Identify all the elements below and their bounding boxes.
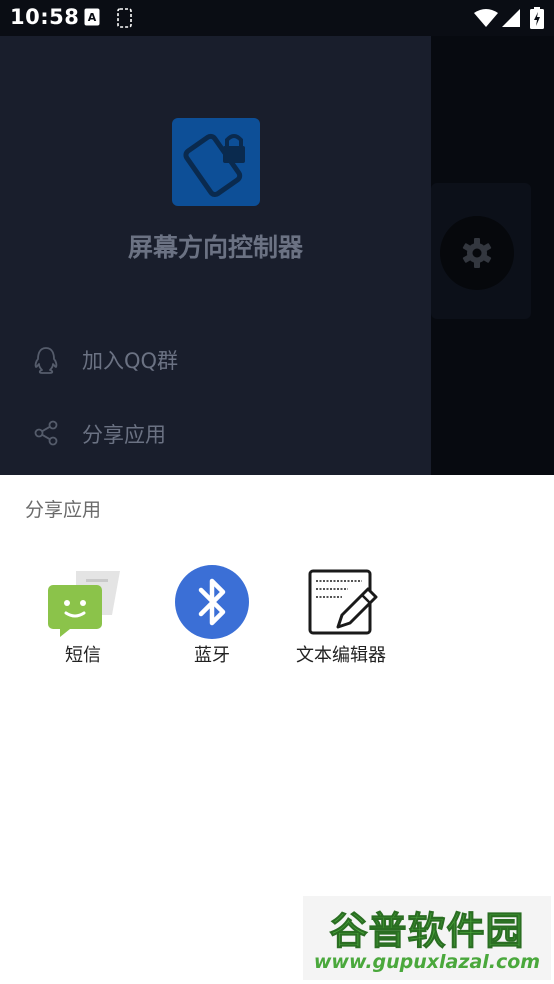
share-target-messages[interactable]: 短信	[14, 565, 144, 685]
share-icon	[33, 420, 59, 450]
navigation-drawer: 屏幕方向控制器 加入QQ群 分享应用	[0, 36, 431, 475]
share-sheet-title: 分享应用	[25, 499, 102, 521]
status-time: 10:58	[10, 5, 80, 29]
share-target-bluetooth[interactable]: 蓝牙	[143, 565, 273, 685]
font-notification-icon: A	[84, 8, 100, 30]
wifi-icon	[474, 9, 498, 31]
share-target-label: 短信	[65, 645, 101, 666]
settings-button[interactable]	[440, 216, 514, 290]
drawer-item-join-qq-group[interactable]: 加入QQ群	[0, 334, 431, 384]
qq-icon	[33, 346, 59, 378]
svg-text:A: A	[88, 11, 97, 24]
text-editor-icon	[304, 565, 378, 639]
signal-icon	[502, 9, 520, 31]
screenshot-notification-icon	[117, 8, 133, 32]
dimmed-app-background[interactable]: 屏幕方向控制器 加入QQ群 分享应用	[0, 36, 554, 475]
share-target-label: 蓝牙	[194, 645, 230, 666]
battery-icon	[530, 7, 544, 33]
drawer-item-share-app[interactable]: 分享应用	[0, 408, 431, 458]
watermark-url: www.gupuxlazal.com	[313, 951, 541, 973]
gear-icon	[461, 237, 493, 273]
share-target-text-editor[interactable]: 文本编辑器	[272, 565, 402, 685]
share-target-label: 文本编辑器	[296, 645, 386, 666]
bluetooth-icon	[175, 565, 249, 639]
status-bar: 10:58 A	[0, 0, 554, 36]
rotation-lock-icon	[172, 118, 260, 206]
watermark: 谷普软件园 www.gupuxlazal.com	[303, 896, 551, 980]
app-title: 屏幕方向控制器	[127, 233, 303, 262]
messages-icon	[46, 565, 120, 639]
watermark-title: 谷普软件园	[329, 909, 525, 954]
drawer-item-label: 分享应用	[82, 423, 166, 447]
drawer-item-label: 加入QQ群	[82, 349, 179, 373]
